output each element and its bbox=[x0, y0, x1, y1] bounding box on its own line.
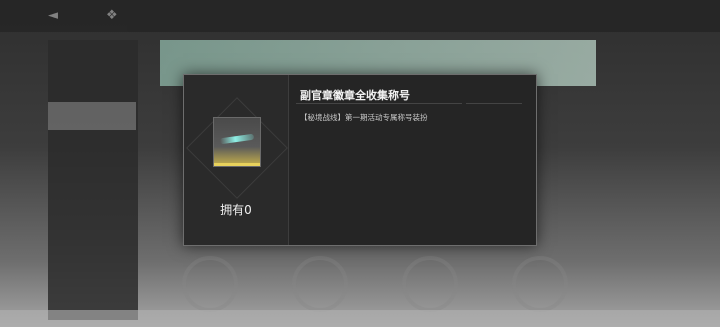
share-icon[interactable]: ◄ bbox=[48, 8, 58, 23]
badge-circle bbox=[402, 256, 458, 312]
sidebar-item-4[interactable] bbox=[48, 132, 136, 160]
item-title: 副官章徽章全收集称号 bbox=[300, 89, 410, 102]
title-item-icon bbox=[213, 117, 261, 167]
badge-circle bbox=[182, 256, 238, 312]
item-detail-modal[interactable]: 拥有0 副官章徽章全收集称号 【秘境战线】第一期活动专属称号装扮 bbox=[183, 74, 537, 246]
item-description: 【秘境战线】第一期活动专属称号装扮 bbox=[300, 113, 428, 122]
item-preview-panel: 拥有0 bbox=[184, 75, 289, 245]
gear-icon[interactable]: ❖ bbox=[106, 8, 118, 23]
sidebar-item-1[interactable] bbox=[48, 44, 136, 72]
sidebar bbox=[48, 40, 138, 320]
background-badge-grid bbox=[160, 248, 596, 318]
badge-circle bbox=[512, 256, 568, 312]
badge-circle bbox=[292, 256, 348, 312]
bottom-strip bbox=[0, 310, 720, 327]
top-bar: ◄ ❖ bbox=[0, 0, 720, 32]
sidebar-item-3[interactable] bbox=[48, 102, 136, 130]
divider bbox=[466, 103, 522, 104]
cyan-streak bbox=[219, 133, 255, 145]
owned-count: 拥有0 bbox=[220, 203, 252, 217]
divider bbox=[296, 103, 462, 104]
gold-rarity-bar bbox=[214, 163, 260, 166]
sidebar-item-2[interactable] bbox=[48, 72, 136, 100]
